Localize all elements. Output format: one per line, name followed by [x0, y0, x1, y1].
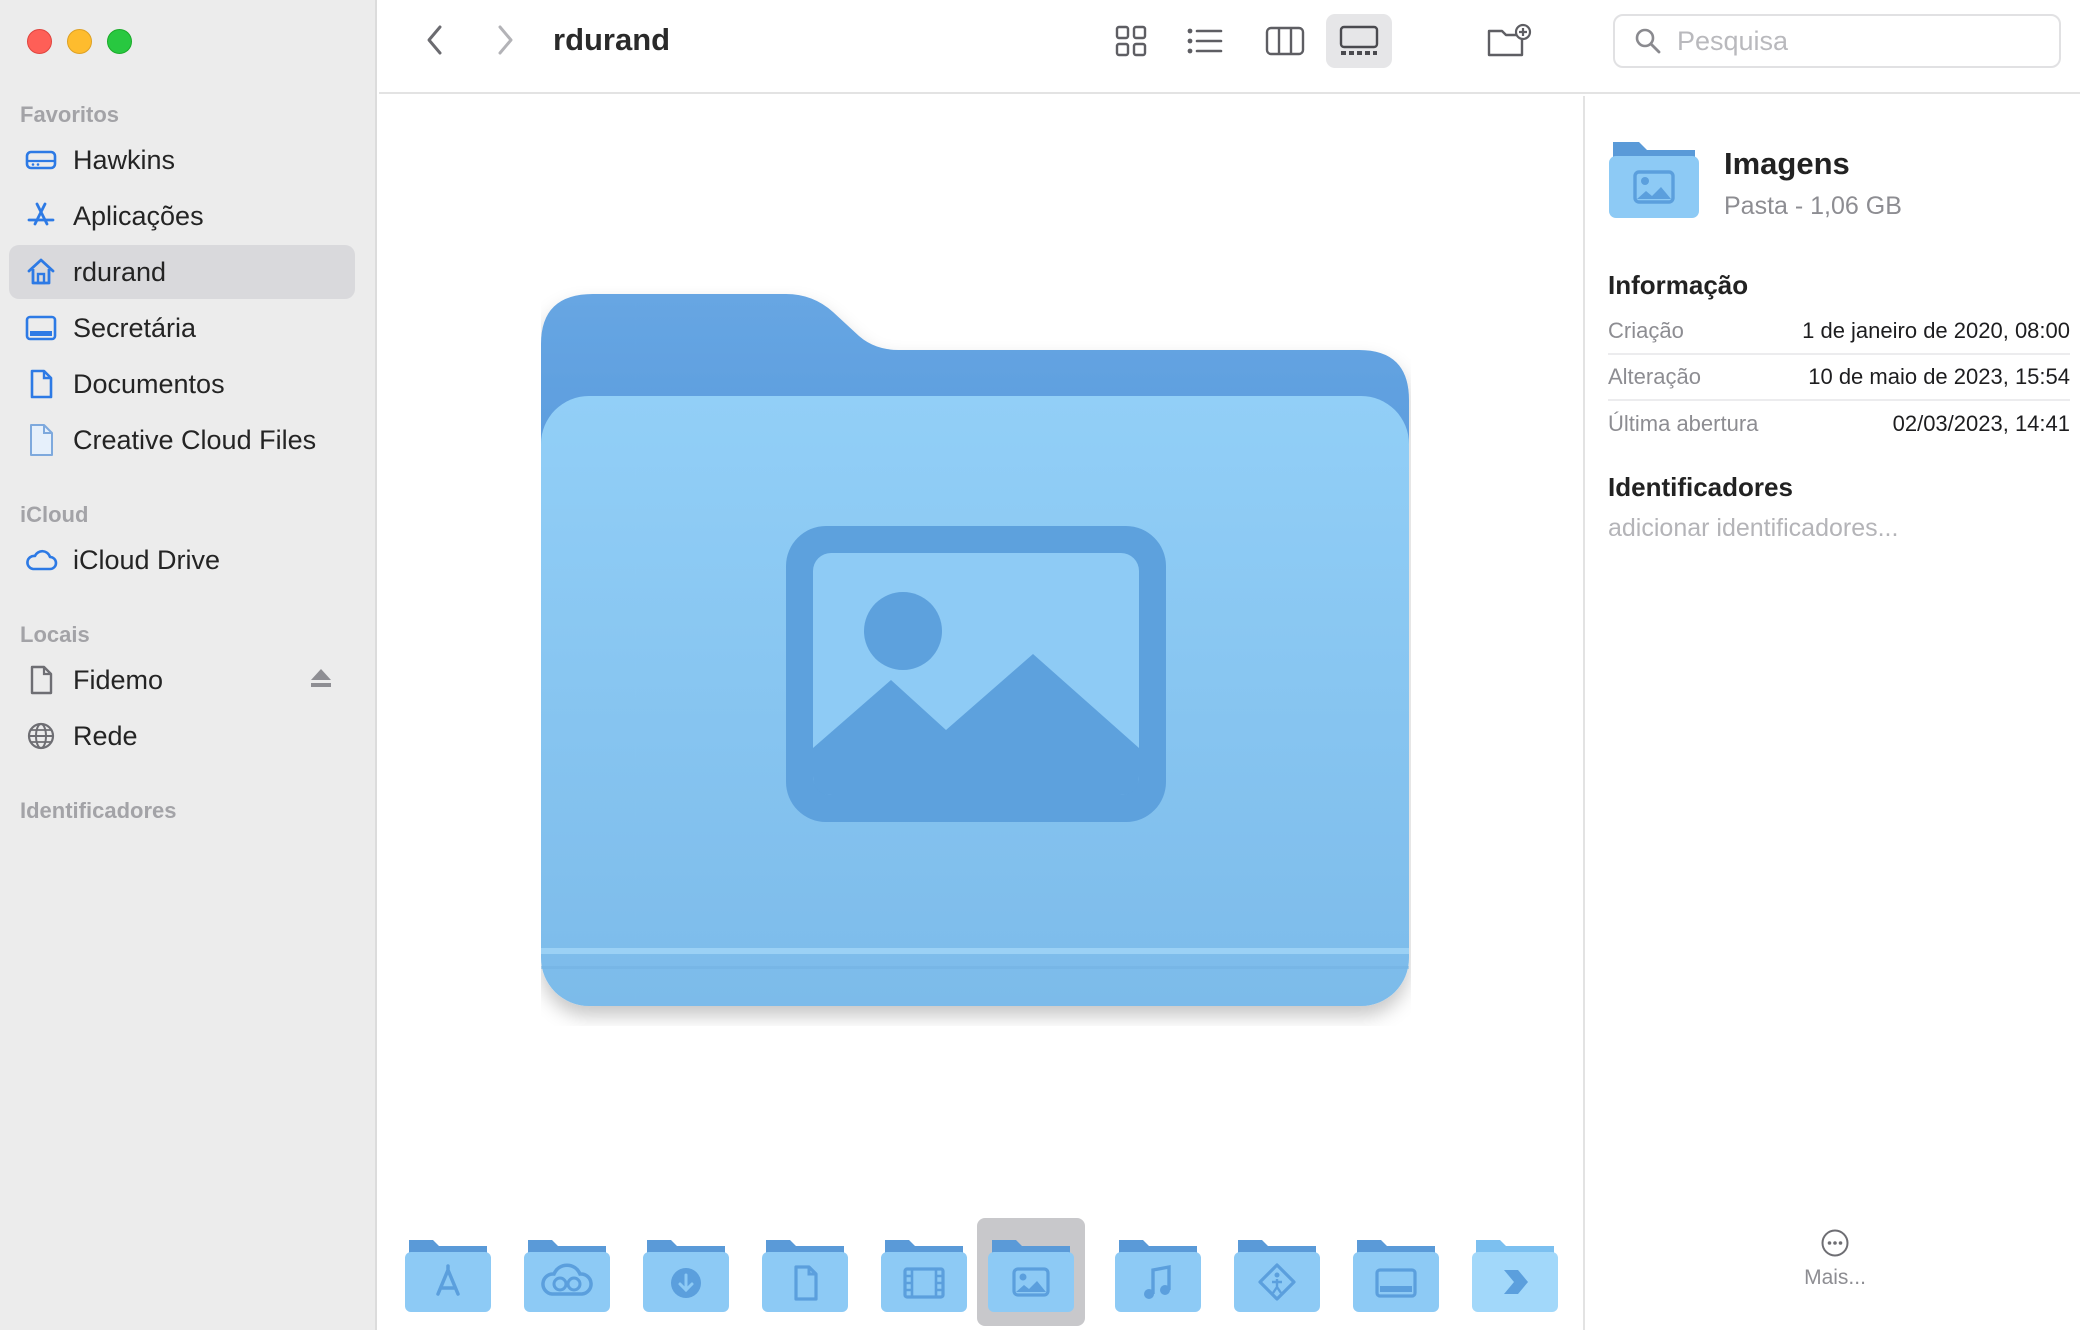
locations-section-header: Locais — [20, 622, 90, 647]
toolbar: rdurand — [379, 0, 2080, 94]
desktop-folder-icon — [1353, 1240, 1439, 1312]
ellipsis-circle-icon — [1821, 1229, 1849, 1257]
new-folder-button[interactable] — [1479, 14, 1541, 68]
window-title: rdurand — [553, 22, 671, 57]
sidebar-item-creative-cloud-files[interactable]: Creative Cloud Files — [9, 413, 355, 467]
music-folder-icon — [1115, 1240, 1201, 1312]
applications-folder-icon — [405, 1240, 491, 1312]
search-input[interactable] — [1677, 25, 2037, 57]
info-section-header: Informação — [1608, 270, 1749, 300]
gallery-view-button[interactable] — [1326, 14, 1392, 68]
preview-folder-icon[interactable] — [541, 286, 1411, 1026]
thumbnail-applications[interactable] — [394, 1218, 502, 1326]
drive-icon — [23, 142, 59, 178]
document-icon — [23, 366, 59, 402]
folder-icon — [1607, 140, 1701, 225]
document-icon — [23, 662, 59, 698]
file-icon — [23, 422, 59, 458]
cloud-icon — [23, 542, 59, 578]
thumbnail-public[interactable] — [1223, 1218, 1331, 1326]
sidebar-item-fidemo[interactable]: Fidemo — [9, 653, 355, 707]
sidebar: Favoritos Hawkins Aplicações rdurand Sec… — [0, 0, 377, 1330]
sidebar-item-label: Hawkins — [73, 144, 176, 175]
list-view-button[interactable] — [1174, 14, 1236, 68]
thumbnail-shortcut[interactable] — [1461, 1218, 1569, 1326]
icon-view-button[interactable] — [1100, 14, 1162, 68]
thumbnail-downloads[interactable] — [632, 1218, 740, 1326]
thumbnail-creative-cloud[interactable] — [513, 1218, 621, 1326]
sidebar-item-label: Documentos — [73, 368, 225, 399]
icloud-section-header: iCloud — [20, 502, 89, 527]
tags-section-header: Identificadores — [20, 798, 177, 823]
thumbnail-strip — [379, 1218, 1583, 1330]
sidebar-item-hawkins[interactable]: Hawkins — [9, 133, 355, 187]
downloads-folder-icon — [643, 1240, 729, 1312]
list-icon — [1187, 28, 1223, 54]
sidebar-item-documents[interactable]: Documentos — [9, 357, 355, 411]
grid-icon — [1115, 25, 1147, 57]
forward-button[interactable] — [483, 18, 527, 62]
sidebar-item-label: Secretária — [73, 312, 197, 343]
search-field[interactable] — [1613, 14, 2061, 68]
info-value: 10 de maio de 2023, 15:54 — [1808, 364, 2070, 389]
add-tags-field[interactable]: adicionar identificadores... — [1608, 514, 1898, 543]
sidebar-item-label: Rede — [73, 720, 138, 751]
more-label: Mais... — [1804, 1266, 1866, 1289]
search-icon — [1631, 24, 1665, 58]
info-row-last-opened: Última abertura 02/03/2023, 14:41 — [1608, 401, 2070, 447]
desktop-icon — [23, 310, 59, 346]
info-value: 02/03/2023, 14:41 — [1892, 411, 2070, 436]
thumbnail-pictures[interactable] — [977, 1218, 1085, 1326]
creative-cloud-folder-icon — [524, 1240, 610, 1312]
pictures-folder-icon — [988, 1240, 1074, 1312]
thumbnail-desktop[interactable] — [1342, 1218, 1450, 1326]
public-folder-icon — [1234, 1240, 1320, 1312]
sidebar-item-network[interactable]: Rede — [9, 709, 355, 763]
photo-glyph — [786, 526, 1166, 822]
close-window-button[interactable] — [27, 29, 52, 54]
chevron-left-icon — [427, 25, 442, 55]
sidebar-item-label: rdurand — [73, 256, 167, 287]
sidebar-item-icloud-drive[interactable]: iCloud Drive — [9, 533, 355, 587]
sidebar-item-rdurand[interactable]: rdurand — [9, 245, 355, 299]
info-row-modified: Alteração 10 de maio de 2023, 15:54 — [1608, 355, 2070, 401]
thumbnail-movies[interactable] — [870, 1218, 978, 1326]
sidebar-item-label: Fidemo — [73, 664, 164, 695]
item-kind-size: Pasta - 1,06 GB — [1724, 192, 1902, 220]
applications-icon — [23, 198, 59, 234]
thumbnail-documents[interactable] — [751, 1218, 859, 1326]
info-key: Alteração — [1608, 364, 1701, 389]
thumbnail-music[interactable] — [1104, 1218, 1212, 1326]
inspector-panel: Imagens Pasta - 1,06 GB Informação Criaç… — [1583, 96, 2080, 1330]
sidebar-item-label: iCloud Drive — [73, 544, 221, 575]
shortcut-folder-icon — [1472, 1240, 1558, 1312]
sidebar-item-applications[interactable]: Aplicações — [9, 189, 355, 243]
favorites-section-header: Favoritos — [20, 102, 120, 127]
info-value: 1 de janeiro de 2020, 08:00 — [1802, 318, 2070, 343]
zoom-window-button[interactable] — [107, 29, 132, 54]
gallery-view — [379, 96, 1583, 1330]
info-row-created: Criação 1 de janeiro de 2020, 08:00 — [1608, 309, 2070, 355]
new-folder-icon — [1487, 23, 1532, 57]
item-name: Imagens — [1724, 146, 1850, 181]
sidebar-item-desktop[interactable]: Secretária — [9, 301, 355, 355]
info-key: Criação — [1608, 318, 1684, 343]
gallery-icon — [1339, 25, 1379, 55]
minimize-window-button[interactable] — [67, 29, 92, 54]
back-button[interactable] — [413, 18, 457, 62]
tags-section-header: Identificadores — [1608, 472, 1793, 502]
globe-icon — [23, 718, 59, 754]
eject-icon[interactable] — [309, 667, 333, 691]
documents-folder-icon — [762, 1240, 848, 1312]
movies-folder-icon — [881, 1240, 967, 1312]
column-view-button[interactable] — [1254, 14, 1316, 68]
sidebar-item-label: Aplicações — [73, 200, 204, 231]
more-button[interactable]: Mais... — [1795, 1228, 1875, 1290]
columns-icon — [1265, 26, 1305, 56]
info-key: Última abertura — [1608, 411, 1759, 436]
sidebar-item-label: Creative Cloud Files — [73, 424, 317, 455]
home-icon — [23, 254, 59, 290]
chevron-right-icon — [498, 25, 513, 55]
